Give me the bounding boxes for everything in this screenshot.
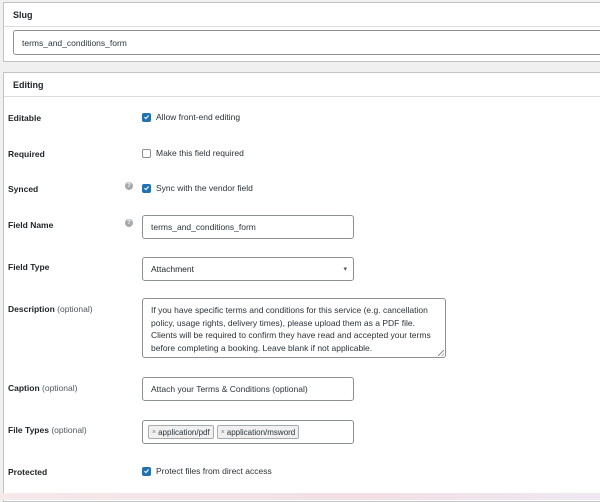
file-types-label-text: File Types: [8, 425, 49, 435]
required-checkbox-label: Make this field required: [156, 148, 244, 158]
slug-input[interactable]: terms_and_conditions_form: [13, 30, 600, 55]
remove-tag-icon[interactable]: ×: [221, 429, 225, 436]
description-textarea-value: If you have specific terms and condition…: [151, 305, 431, 353]
remove-tag-icon[interactable]: ×: [152, 429, 156, 436]
required-label: Required: [8, 149, 45, 159]
field-name-input-value: terms_and_conditions_form: [151, 222, 256, 232]
file-types-select[interactable]: × application/pdf × application/msword: [142, 420, 354, 444]
synced-checkbox-label: Sync with the vendor field: [156, 183, 253, 193]
caption-input-value: Attach your Terms & Conditions (optional…: [151, 384, 308, 394]
caption-label-text: Caption: [8, 383, 40, 393]
description-optional: (optional): [57, 304, 93, 314]
file-type-tag: × application/pdf: [148, 425, 214, 439]
file-type-tag-label: application/msword: [226, 427, 296, 437]
file-type-tag: × application/msword: [216, 425, 300, 439]
field-type-select[interactable]: Attachment ▾: [142, 257, 354, 281]
protected-label: Protected: [8, 467, 48, 477]
slug-heading: Slug: [4, 3, 600, 27]
editable-checkbox-label: Allow front-end editing: [156, 112, 241, 122]
required-checkbox-row[interactable]: Make this field required: [142, 148, 244, 158]
description-textarea[interactable]: If you have specific terms and condition…: [142, 298, 446, 358]
file-types-optional: (optional): [51, 425, 87, 435]
field-name-input[interactable]: terms_and_conditions_form: [142, 215, 354, 239]
required-checkbox[interactable]: [142, 148, 151, 158]
slug-input-value: terms_and_conditions_form: [22, 37, 127, 48]
field-name-label: Field Name: [8, 220, 54, 230]
caption-label: Caption (optional): [8, 383, 77, 393]
editing-heading: Editing: [4, 73, 600, 97]
resize-grip-icon[interactable]: [438, 350, 444, 356]
checkmark-icon: [144, 186, 150, 191]
editable-checkbox-row[interactable]: Allow front-end editing: [142, 112, 240, 122]
description-label-text: Description: [8, 304, 55, 314]
synced-label: Synced: [8, 184, 39, 194]
editable-checkbox[interactable]: [142, 112, 151, 122]
synced-help-icon[interactable]: ?: [125, 182, 133, 190]
protected-checkbox-row[interactable]: Protect files from direct access: [142, 466, 272, 476]
field-type-selected: Attachment: [151, 264, 194, 274]
protected-checkbox-label: Protect files from direct access: [156, 466, 272, 476]
slug-panel: Slug terms_and_conditions_form: [3, 2, 600, 62]
chevron-down-icon: ▾: [343, 266, 347, 273]
editable-label: Editable: [8, 113, 42, 123]
protected-checkbox[interactable]: [142, 466, 151, 476]
synced-checkbox[interactable]: [142, 183, 151, 193]
field-type-label: Field Type: [8, 262, 50, 272]
file-types-label: File Types (optional): [8, 425, 87, 435]
checkmark-icon: [144, 115, 150, 120]
caption-input[interactable]: Attach your Terms & Conditions (optional…: [142, 377, 354, 401]
file-type-tag-label: application/pdf: [158, 427, 210, 437]
description-label: Description (optional): [8, 304, 93, 314]
field-name-help-icon[interactable]: ?: [125, 219, 133, 227]
synced-checkbox-row[interactable]: Sync with the vendor field: [142, 183, 253, 193]
caption-optional: (optional): [42, 383, 78, 393]
page-bottom-strip: [0, 493, 600, 500]
checkmark-icon: [144, 469, 150, 474]
